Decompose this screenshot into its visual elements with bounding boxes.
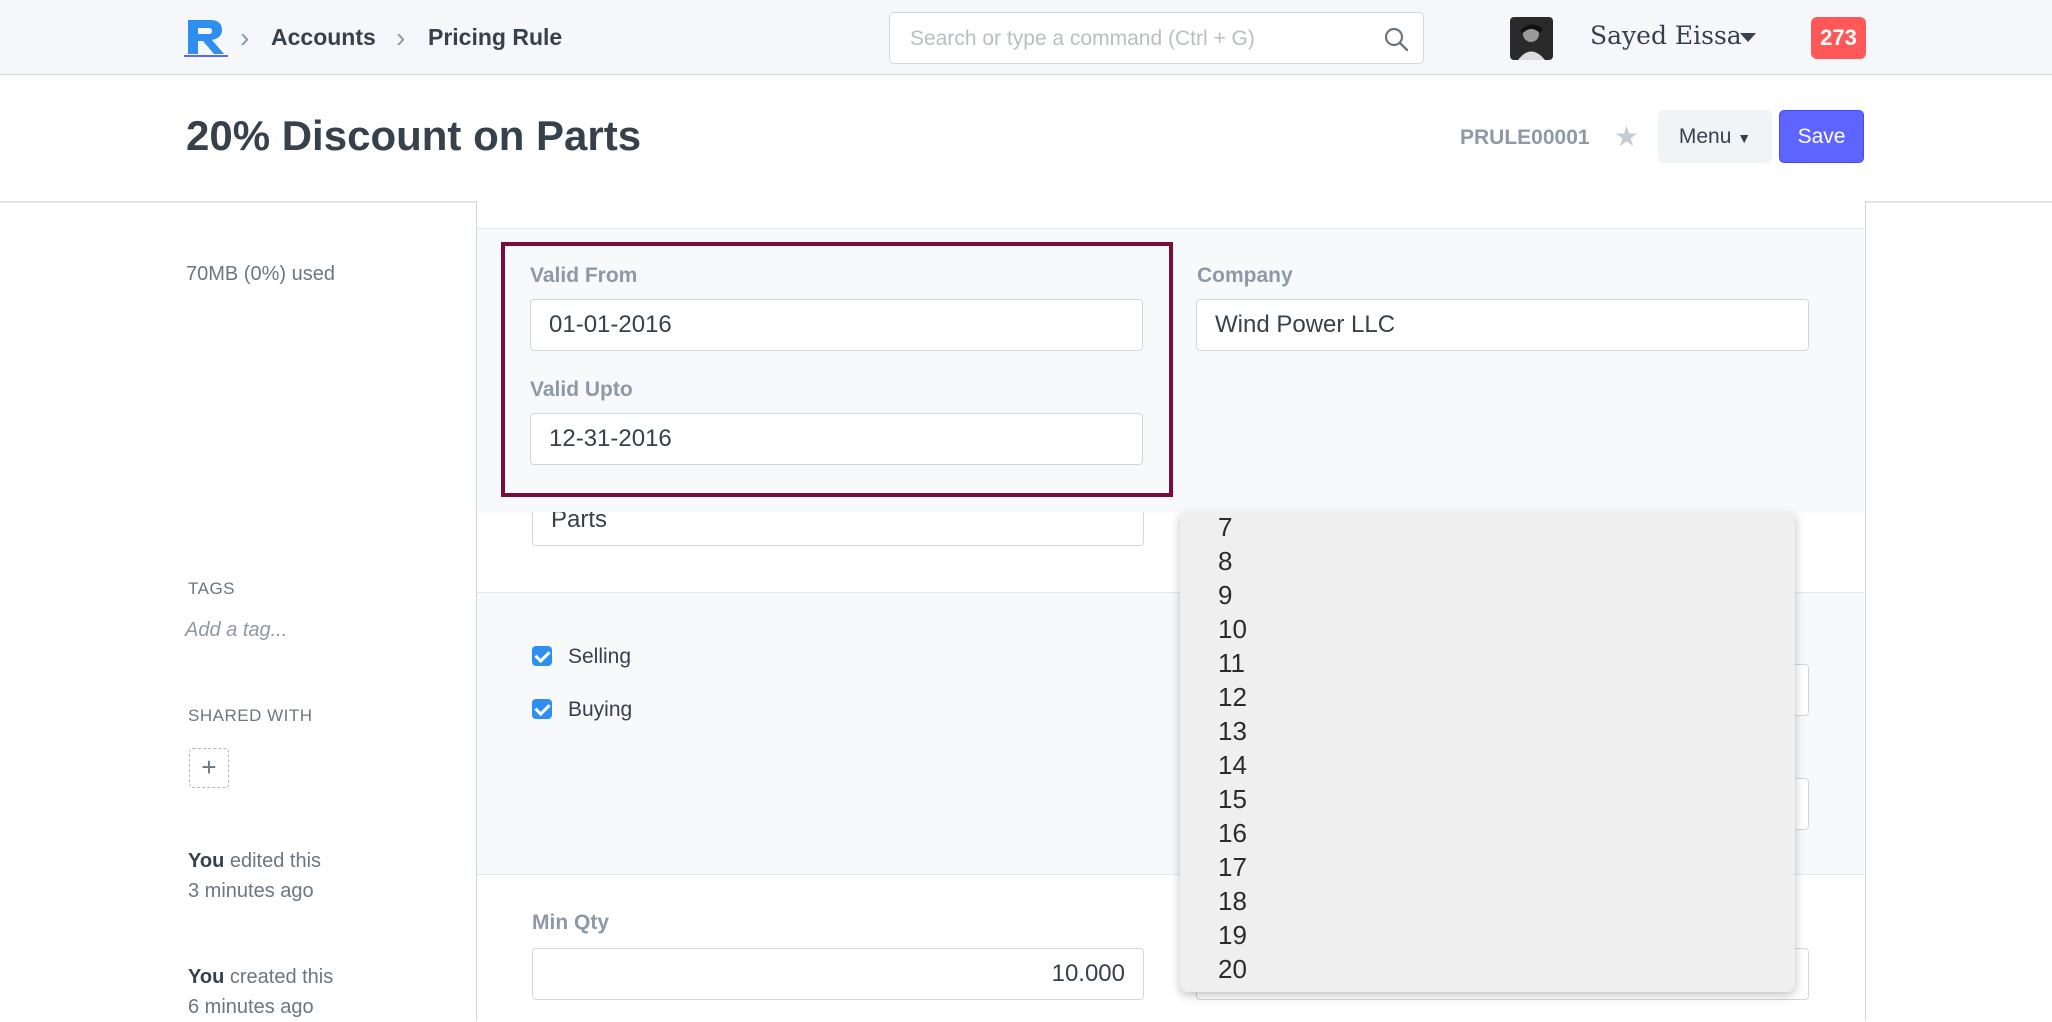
search-box[interactable]	[889, 12, 1424, 64]
caret-down-icon: ▼	[1737, 130, 1752, 146]
buying-checkbox[interactable]	[532, 699, 552, 719]
dropdown-option[interactable]: 12	[1218, 682, 1247, 713]
storage-used: 70MB (0%) used	[186, 263, 335, 285]
breadcrumb-pricing-rule[interactable]: Pricing Rule	[428, 24, 562, 51]
dropdown-option[interactable]: 10	[1218, 614, 1247, 645]
activity-time: 3 minutes ago	[188, 880, 314, 902]
search-icon[interactable]	[1383, 26, 1409, 52]
activity-time: 6 minutes ago	[188, 996, 314, 1018]
min-qty-field[interactable]: 10.000	[532, 948, 1144, 1000]
star-icon[interactable]: ★	[1614, 120, 1639, 153]
dropdown-option[interactable]: 13	[1218, 716, 1247, 747]
dropdown-option[interactable]: 7	[1218, 514, 1232, 543]
apply-on-field[interactable]: Parts	[532, 512, 1144, 546]
selling-label: Selling	[568, 645, 632, 668]
shared-with-heading: SHARED WITH	[188, 706, 313, 725]
user-name[interactable]: Sayed Eissa	[1590, 21, 1742, 50]
activity-edited: You edited this 3 minutes ago	[188, 846, 321, 906]
tags-heading: TAGS	[188, 579, 236, 598]
dropdown-option[interactable]: 16	[1218, 818, 1247, 849]
dropdown-option[interactable]: 19	[1218, 920, 1247, 951]
navbar: › Accounts › Pricing Rule Sayed Eissa 27…	[0, 0, 2052, 75]
menu-button[interactable]: Menu ▼	[1658, 110, 1772, 163]
chevron-down-icon[interactable]	[1740, 33, 1756, 42]
breadcrumb-separator-icon: ›	[396, 22, 406, 53]
app-logo-icon[interactable]	[184, 16, 230, 58]
highlight-box	[501, 242, 1173, 497]
apply-on-field-clip: Parts	[532, 512, 1144, 546]
notification-badge[interactable]: 273	[1811, 17, 1866, 59]
menu-button-label: Menu	[1678, 125, 1732, 148]
document-id: PRULE00001	[1460, 126, 1590, 149]
avatar-image-icon	[1510, 17, 1553, 60]
dropdown-option[interactable]: 15	[1218, 784, 1247, 815]
company-label: Company	[1197, 264, 1293, 287]
avatar[interactable]	[1510, 17, 1553, 60]
dropdown-option[interactable]: 20	[1218, 954, 1247, 985]
dropdown-list[interactable]: 7 8 9 10 11 12 13 14 15 16 17 18 19 20	[1180, 514, 1795, 992]
dropdown-option[interactable]: 18	[1218, 886, 1247, 917]
min-qty-label: Min Qty	[532, 911, 609, 934]
page-title: 20% Discount on Parts	[186, 112, 642, 159]
activity-action: created this	[229, 966, 334, 988]
add-share-button[interactable]: +	[189, 748, 229, 788]
breadcrumb-accounts[interactable]: Accounts	[271, 24, 376, 51]
activity-created: You created this 6 minutes ago	[188, 962, 333, 1022]
dropdown-option[interactable]: 14	[1218, 750, 1247, 781]
activity-actor[interactable]: You	[188, 966, 224, 988]
dropdown-option[interactable]: 17	[1218, 852, 1247, 883]
dropdown-option[interactable]: 11	[1218, 648, 1245, 679]
company-field[interactable]: Wind Power LLC	[1196, 299, 1809, 351]
buying-label: Buying	[568, 698, 633, 721]
activity-actor[interactable]: You	[188, 850, 224, 872]
dropdown-option[interactable]: 8	[1218, 546, 1232, 577]
dropdown-option[interactable]: 9	[1218, 580, 1232, 611]
selling-checkbox[interactable]	[532, 646, 552, 666]
activity-action: edited this	[229, 850, 322, 872]
add-tag-input[interactable]: Add a tag...	[185, 619, 287, 642]
save-button[interactable]: Save	[1779, 110, 1864, 163]
search-input[interactable]	[908, 23, 1372, 55]
breadcrumb-separator-icon: ›	[240, 22, 250, 53]
plus-icon: +	[201, 752, 217, 782]
